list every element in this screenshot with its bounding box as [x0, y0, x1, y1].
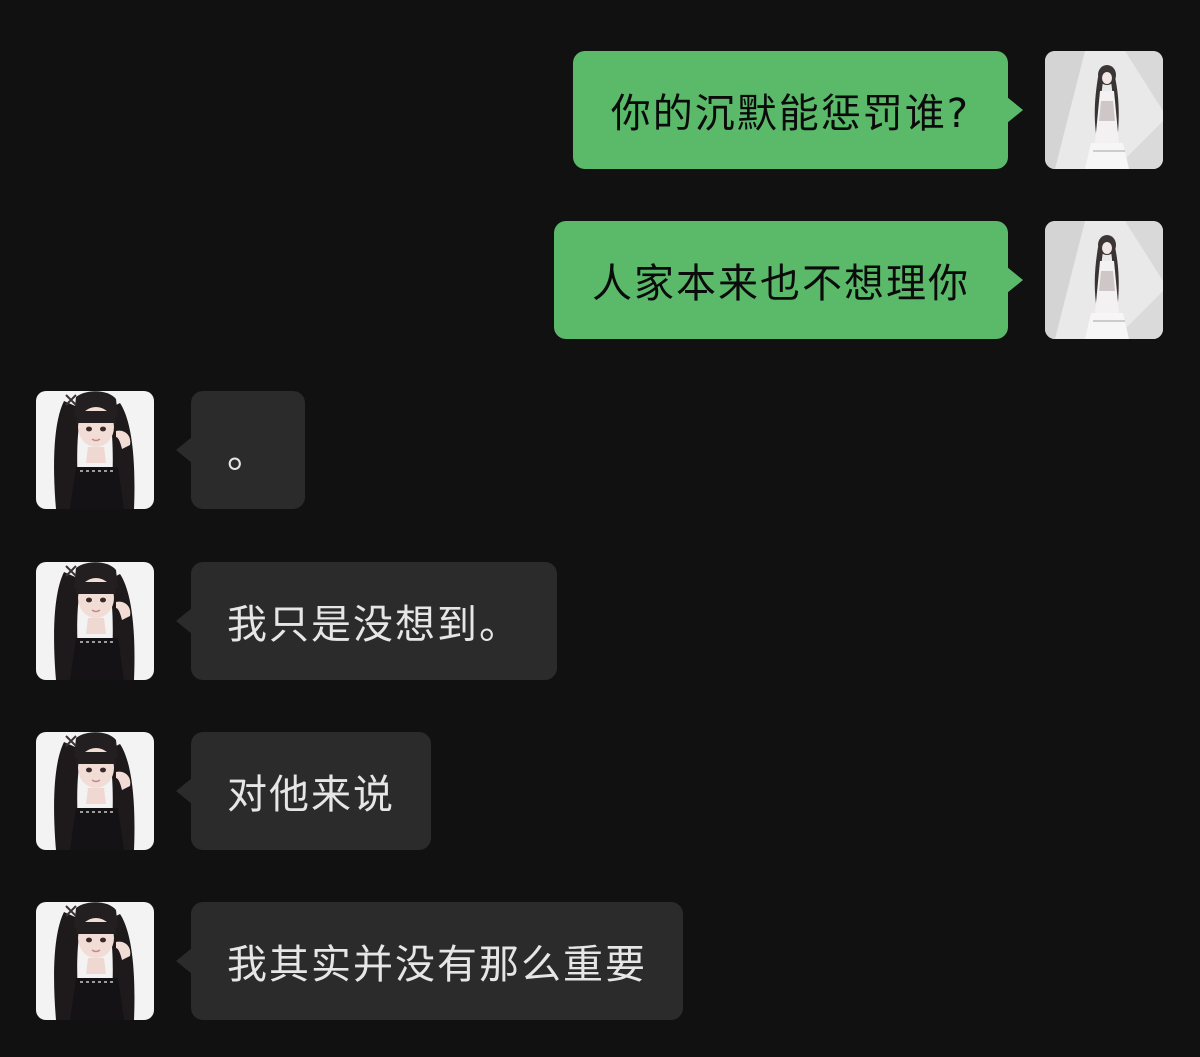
message-bubble-received[interactable]: 。	[176, 391, 305, 509]
message-bubble-sent[interactable]: 你的沉默能惩罚谁?	[572, 51, 1023, 169]
message-bubble-received[interactable]: 我其实并没有那么重要	[176, 902, 683, 1020]
bubble-tail	[176, 437, 192, 463]
message-bubble-received[interactable]: 我只是没想到。	[176, 562, 557, 680]
contact-avatar[interactable]	[36, 562, 154, 680]
message-text: 人家本来也不想理你	[592, 261, 970, 307]
bubble-tail	[176, 608, 192, 634]
message-row-received: 我其实并没有那么重要	[0, 902, 1200, 1022]
message-bubble-received[interactable]: 对他来说	[176, 732, 431, 850]
message-bubble-sent[interactable]: 人家本来也不想理你	[554, 221, 1023, 339]
bubble-tail	[176, 778, 192, 804]
message-row-received: 。	[0, 391, 1200, 511]
bubble-tail	[1007, 267, 1023, 293]
message-text: 你的沉默能惩罚谁?	[610, 91, 970, 137]
message-text: 。	[227, 431, 269, 477]
self-avatar[interactable]	[1045, 221, 1163, 339]
contact-avatar[interactable]	[36, 391, 154, 509]
self-avatar[interactable]	[1045, 51, 1163, 169]
message-row-received: 对他来说	[0, 732, 1200, 852]
message-row-received: 我只是没想到。	[0, 562, 1200, 682]
message-row-sent: 你的沉默能惩罚谁?	[0, 51, 1200, 171]
contact-avatar[interactable]	[36, 732, 154, 850]
message-text: 对他来说	[227, 772, 395, 818]
contact-avatar[interactable]	[36, 902, 154, 1020]
message-text: 我只是没想到。	[227, 602, 521, 648]
bubble-tail	[1007, 97, 1023, 123]
chat-background: 你的沉默能惩罚谁? 人家本来也不想理你 。 我只是没想到。 对他来说 我其实并没…	[0, 0, 1200, 1057]
bubble-tail	[176, 948, 192, 974]
message-text: 我其实并没有那么重要	[227, 942, 647, 988]
message-row-sent: 人家本来也不想理你	[0, 221, 1200, 341]
